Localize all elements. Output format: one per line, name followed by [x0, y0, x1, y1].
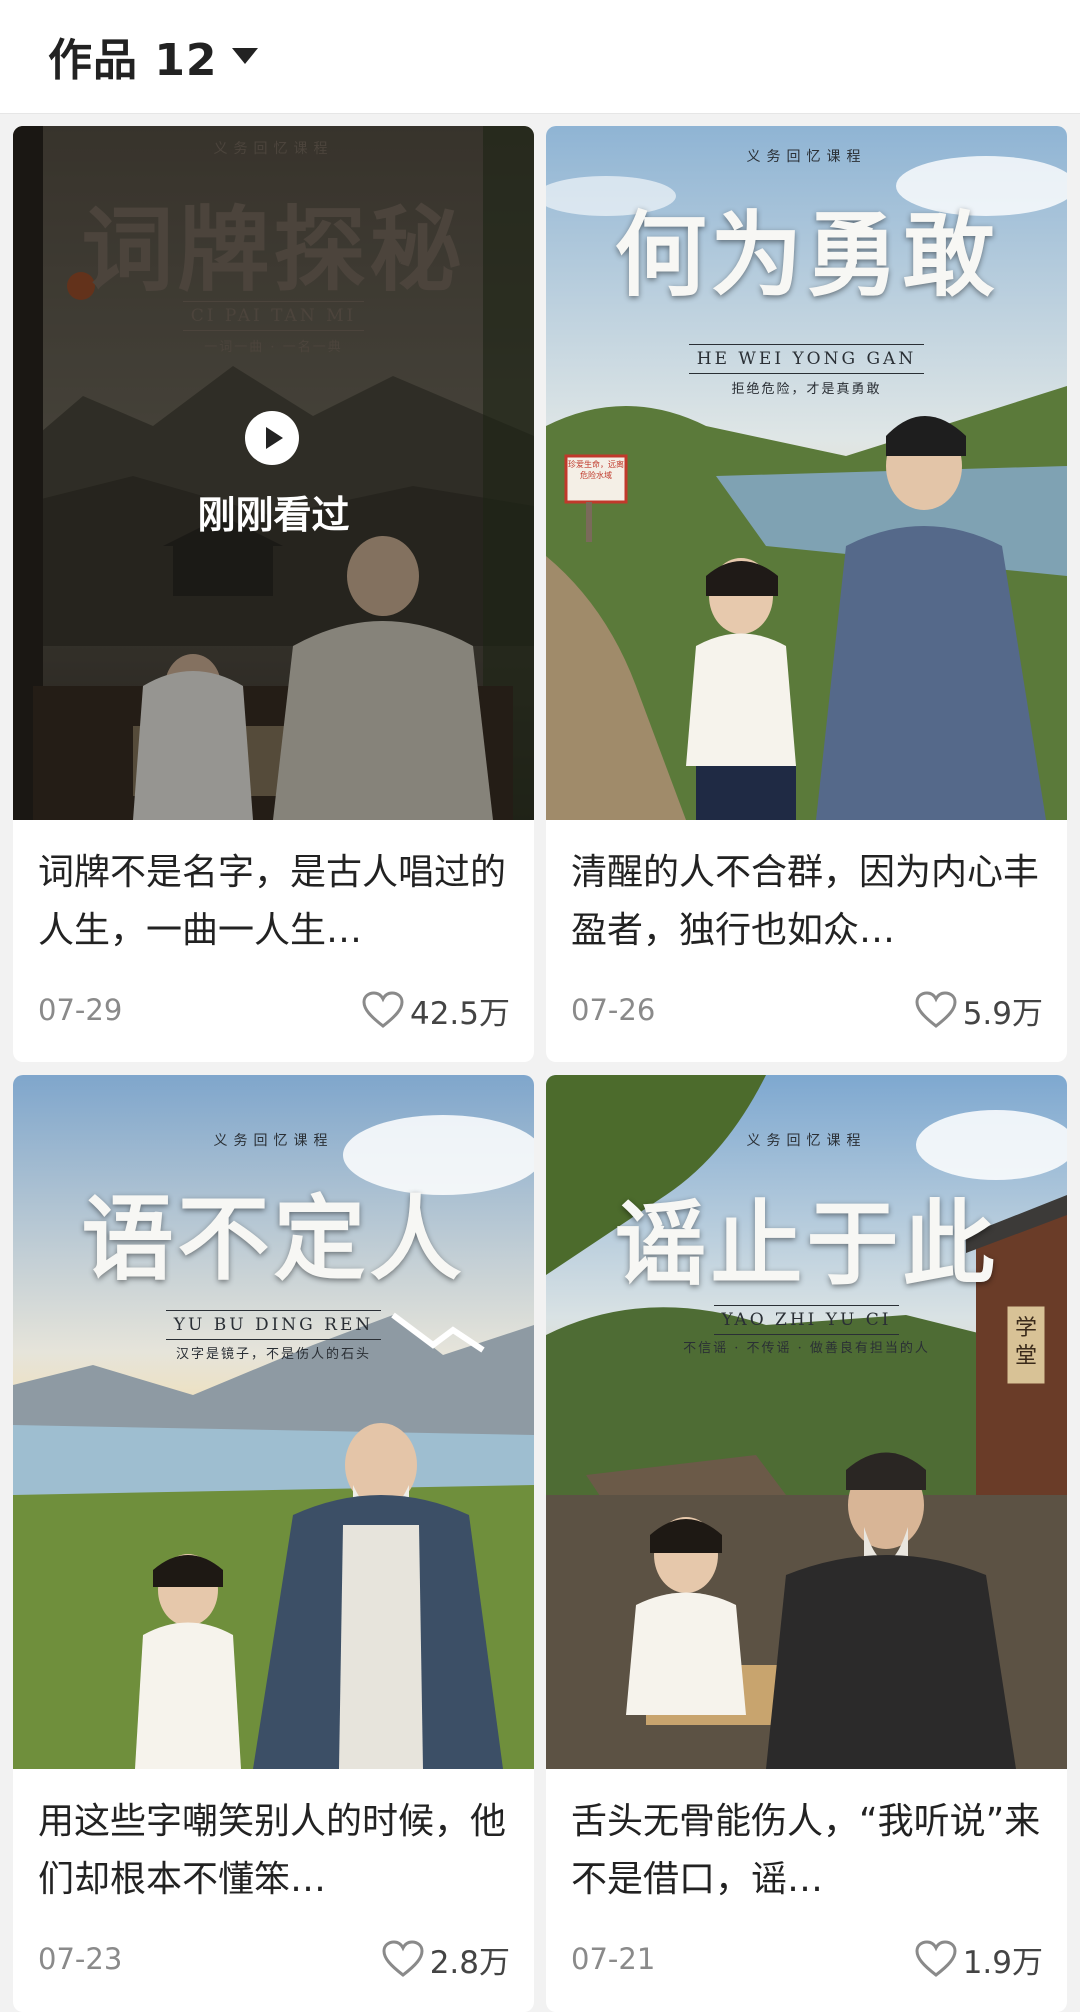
- works-count-title: 作品 12: [48, 35, 218, 86]
- like-button[interactable]: 2.8万: [382, 1937, 510, 1982]
- recently-watched-label: 刚刚看过: [197, 493, 350, 537]
- publish-date: 07-23: [38, 1942, 123, 1976]
- like-count: 42.5万: [409, 995, 510, 1032]
- poster-title: 谣止于此: [614, 1190, 999, 1298]
- poster-pinyin: HE WEI YONG GAN: [546, 344, 1067, 374]
- video-caption[interactable]: 舌头无骨能伤人，“我听说”来不是借口，谣…: [571, 1793, 1046, 1909]
- like-count: 1.9万: [962, 1944, 1043, 1981]
- publish-date: 07-29: [38, 993, 123, 1027]
- video-caption[interactable]: 词牌不是名字，是古人唱过的人生，一曲一人生…: [38, 844, 513, 960]
- video-caption[interactable]: 用这些字嘲笑别人的时候，他们却根本不懂笨…: [38, 1793, 513, 1909]
- video-card[interactable]: 义务回忆课程 何为勇敢 HE WEI YONG GAN 拒绝危险，才是真勇敢 珍…: [546, 126, 1067, 1062]
- poster-series-label: 义务回忆课程: [213, 1133, 334, 1149]
- poster-series-label: 义务回忆课程: [746, 149, 867, 165]
- poster-title: 何为勇敢: [614, 201, 999, 309]
- play-icon[interactable]: [245, 411, 299, 465]
- video-thumbnail[interactable]: 义务回忆课程 谣止于此 YAO ZHI YU CI 不信谣 · 不传谣 · 做善…: [546, 1075, 1067, 1769]
- like-button[interactable]: 42.5万: [362, 988, 510, 1033]
- header-bar: 作品 12: [0, 0, 1080, 114]
- video-thumbnail[interactable]: 义务回忆课程 何为勇敢 HE WEI YONG GAN 拒绝危险，才是真勇敢 珍…: [546, 126, 1067, 820]
- heart-icon: [362, 991, 404, 1028]
- card-meta: 07-23 2.8万: [38, 1937, 510, 1981]
- heart-icon: [915, 1940, 957, 1977]
- like-count: 5.9万: [962, 995, 1043, 1032]
- poster-pinyin: YAO ZHI YU CI: [546, 1305, 1067, 1335]
- poster-subtitle: 不信谣 · 不传谣 · 做善良有担当的人: [683, 1341, 930, 1356]
- poster-pinyin: YU BU DING REN: [13, 1310, 534, 1340]
- publish-date: 07-26: [571, 993, 656, 1027]
- heart-icon: [915, 991, 957, 1028]
- like-button[interactable]: 5.9万: [915, 988, 1043, 1033]
- video-thumbnail[interactable]: 义务回忆课程 语不定人 YU BU DING REN 汉字是镜子，不是伤人的石头: [13, 1075, 534, 1769]
- caret-down-icon: [231, 48, 258, 64]
- video-card[interactable]: 义务回忆课程 语不定人 YU BU DING REN 汉字是镜子，不是伤人的石头…: [13, 1075, 534, 2012]
- video-card[interactable]: 义务回忆课程 谣止于此 YAO ZHI YU CI 不信谣 · 不传谣 · 做善…: [546, 1075, 1067, 2012]
- publish-date: 07-21: [571, 1942, 656, 1976]
- poster-subtitle: 汉字是镜子，不是伤人的石头: [175, 1347, 371, 1362]
- like-count: 2.8万: [429, 1944, 510, 1981]
- heart-icon: [382, 1940, 424, 1977]
- watched-overlay: [13, 126, 534, 820]
- card-meta: 07-26 5.9万: [571, 988, 1043, 1032]
- poster-title: 语不定人: [81, 1185, 466, 1293]
- warning-sign-text: 珍爱生命，远离危险水域: [568, 460, 624, 480]
- video-card[interactable]: 义务回忆课程 词牌探秘 CI PAI TAN MI 一词一曲 · 一名一典 刚刚…: [13, 126, 534, 1062]
- card-meta: 07-21 1.9万: [571, 1937, 1043, 1981]
- video-caption[interactable]: 清醒的人不合群，因为内心丰盈者，独行也如众…: [571, 844, 1046, 960]
- hall-plaque-text: 学堂: [1014, 1316, 1037, 1369]
- like-button[interactable]: 1.9万: [915, 1937, 1043, 1982]
- poster-subtitle: 拒绝危险，才是真勇敢: [731, 382, 882, 397]
- video-thumbnail[interactable]: 义务回忆课程 词牌探秘 CI PAI TAN MI 一词一曲 · 一名一典 刚刚…: [13, 126, 534, 820]
- card-meta: 07-29 42.5万: [38, 988, 510, 1032]
- poster-series-label: 义务回忆课程: [746, 1133, 867, 1149]
- works-tab-selector[interactable]: 作品 12: [48, 26, 258, 86]
